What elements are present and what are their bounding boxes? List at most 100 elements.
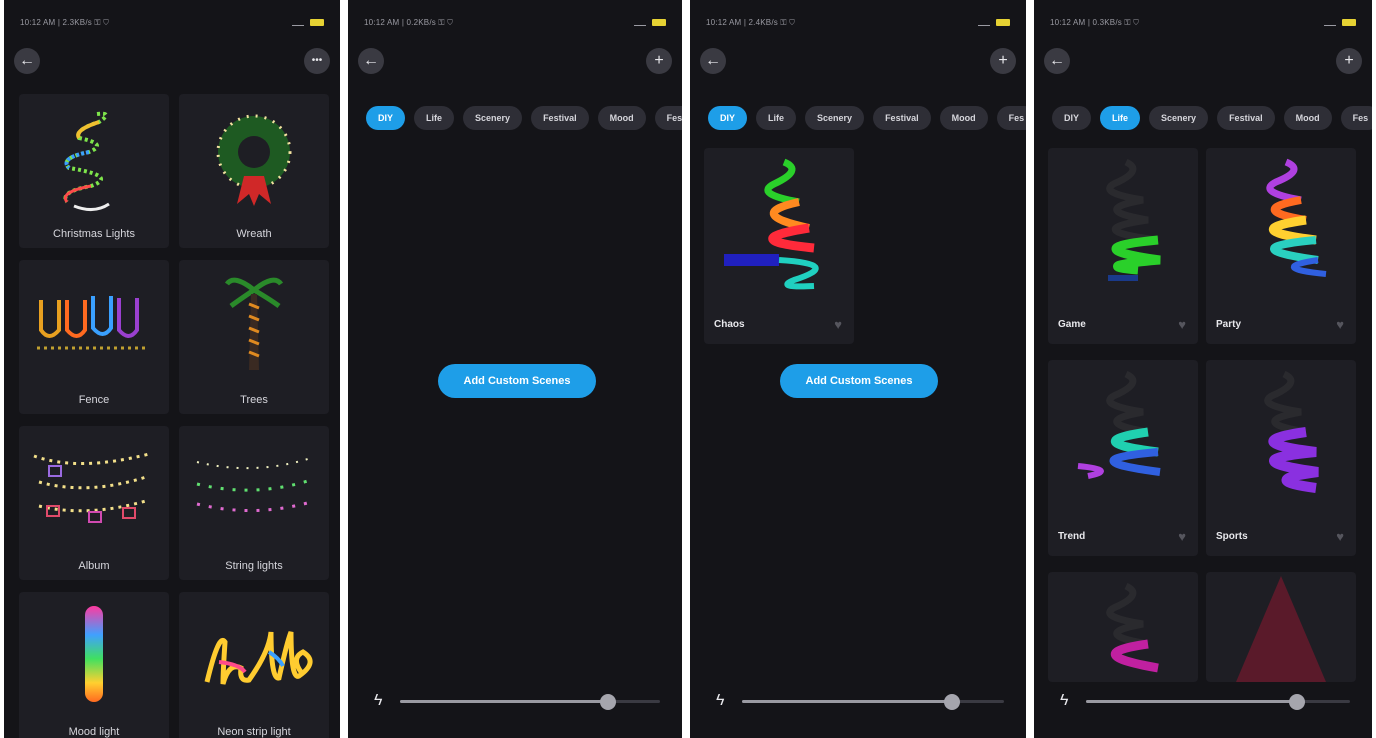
scene-card-partial[interactable] [1206, 572, 1356, 682]
rainbow-tree-image [1266, 158, 1327, 277]
effect-card-neon-strip-light[interactable]: Neon strip light [179, 592, 329, 738]
add-custom-scenes-button[interactable]: Add Custom Scenes [438, 364, 596, 398]
scene-card-game[interactable]: Game ♥ [1048, 148, 1198, 344]
effect-label: Album [78, 560, 110, 572]
palm-tree-image [224, 277, 284, 370]
brightness-slider[interactable]: ϟ [716, 690, 1004, 712]
wreath-image [216, 114, 292, 206]
add-button[interactable]: + [990, 48, 1016, 74]
tab-fes[interactable]: Fes [996, 106, 1026, 130]
tab-scenery[interactable]: Scenery [1149, 106, 1209, 130]
add-button[interactable]: + [1336, 48, 1362, 74]
effect-card-trees[interactable]: Trees [179, 260, 329, 414]
heart-icon[interactable]: ♥ [1178, 529, 1186, 544]
slider-knob[interactable] [943, 694, 960, 710]
arrow-left-icon: ← [19, 52, 35, 69]
tab-mood[interactable]: Mood [597, 106, 646, 130]
tab-festival[interactable]: Festival [1217, 106, 1275, 130]
life-scenes-screen: 10:12 AM | 0.3KB/s ⚿ ⛉ ← + DIY Life Scener… [1034, 0, 1372, 738]
back-button[interactable]: ← [14, 48, 40, 74]
tab-scenery[interactable]: Scenery [463, 106, 523, 130]
brightness-slider[interactable]: ϟ [374, 690, 660, 712]
tab-mood[interactable]: Mood [1283, 106, 1332, 130]
more-icon: ••• [311, 55, 323, 66]
arrow-left-icon: ← [1049, 52, 1065, 69]
tab-scenery[interactable]: Scenery [805, 106, 865, 130]
lightning-icon: ϟ [374, 692, 383, 709]
tab-mood[interactable]: Mood [939, 106, 988, 130]
tab-diy[interactable]: DIY [1052, 106, 1092, 130]
scene-tabs: DIY Life Scenery Festival Mood Fes [708, 106, 1026, 132]
brightness-slider[interactable]: ϟ [1060, 690, 1350, 712]
scene-card-chaos[interactable]: Chaos ♥ [704, 148, 854, 344]
scene-name: Game [1058, 319, 1086, 330]
effect-card-fence[interactable]: Fence [19, 260, 169, 414]
scene-card-trend[interactable]: Trend ♥ [1048, 360, 1198, 556]
status-bar: 10:12 AM | 2.4KB/s ⚿ ⛉ [706, 18, 1010, 32]
status-bar: 10:12 AM | 0.2KB/s ⚿ ⛉ [364, 18, 666, 32]
photo-string-lights-image [33, 452, 150, 523]
signal-icon [634, 18, 646, 26]
battery-icon [1342, 18, 1356, 26]
more-button[interactable]: ••• [304, 48, 330, 74]
string-lights-image [196, 457, 312, 513]
plus-icon: + [1344, 52, 1354, 69]
effect-card-mood-light[interactable]: Mood light [19, 592, 169, 738]
scene-card-party[interactable]: Party ♥ [1206, 148, 1356, 344]
diy-scenes-screen: 10:12 AM | 2.4KB/s ⚿ ⛉ ← + DIY Life Scener… [690, 0, 1026, 738]
plus-icon: + [998, 52, 1008, 69]
battery-icon [652, 18, 666, 26]
arrow-left-icon: ← [363, 52, 379, 69]
heart-icon[interactable]: ♥ [1336, 317, 1344, 332]
green-tree-image [1106, 158, 1161, 281]
arrow-left-icon: ← [705, 52, 721, 69]
tab-festival[interactable]: Festival [873, 106, 931, 130]
tab-diy[interactable]: DIY [708, 106, 748, 130]
plus-icon: + [654, 52, 664, 69]
magenta-tree-image [1106, 582, 1159, 673]
lightning-icon: ϟ [1060, 692, 1069, 709]
effect-label: Trees [240, 394, 268, 406]
tab-life[interactable]: Life [756, 106, 797, 130]
heart-icon[interactable]: ♥ [834, 317, 842, 332]
effect-label: Wreath [236, 228, 272, 240]
signal-icon [292, 18, 304, 26]
slider-knob[interactable] [1289, 694, 1306, 710]
effect-label: Fence [78, 394, 110, 406]
effect-card-wreath[interactable]: Wreath [179, 94, 329, 248]
teal-tree-image [1077, 370, 1161, 479]
back-button[interactable]: ← [358, 48, 384, 74]
tab-life[interactable]: Life [1100, 106, 1141, 130]
scene-name: Chaos [714, 319, 745, 330]
red-cone-image [1236, 576, 1326, 682]
battery-icon [996, 18, 1010, 26]
tab-fes[interactable]: Fes [1340, 106, 1372, 130]
effect-label: String lights [225, 560, 283, 572]
tab-festival[interactable]: Festival [531, 106, 589, 130]
add-button[interactable]: + [646, 48, 672, 74]
back-button[interactable]: ← [700, 48, 726, 74]
status-time: 10:12 AM | 0.2KB/s ⚿ ⛉ [364, 18, 454, 27]
effect-card-string-lights[interactable]: String lights [179, 426, 329, 580]
effect-card-album[interactable]: Album [19, 426, 169, 580]
rainbow-bar-image [85, 606, 103, 702]
scene-card-partial[interactable] [1048, 572, 1198, 682]
add-custom-scenes-button[interactable]: Add Custom Scenes [780, 364, 938, 398]
fence-lights-image [37, 296, 149, 350]
heart-icon[interactable]: ♥ [1178, 317, 1186, 332]
christmas-tree-lights-image [63, 111, 110, 211]
tab-diy[interactable]: DIY [366, 106, 406, 130]
slider-knob[interactable] [600, 694, 616, 710]
status-bar: 10:12 AM | 0.3KB/s ⚿ ⛉ [1050, 18, 1356, 32]
diy-scenes-empty-screen: 10:12 AM | 0.2KB/s ⚿ ⛉ ← + DIY Life Scener… [348, 0, 682, 738]
effect-card-christmas-lights[interactable]: Christmas Lights [19, 94, 169, 248]
heart-icon[interactable]: ♥ [1336, 529, 1344, 544]
tab-fes[interactable]: Fes [654, 106, 682, 130]
multicolor-tree-image [724, 158, 819, 290]
back-button[interactable]: ← [1044, 48, 1070, 74]
effect-label: Christmas Lights [53, 228, 135, 240]
signal-icon [978, 18, 990, 26]
tab-life[interactable]: Life [414, 106, 455, 130]
scene-card-sports[interactable]: Sports ♥ [1206, 360, 1356, 556]
neon-hello-image [204, 631, 313, 685]
